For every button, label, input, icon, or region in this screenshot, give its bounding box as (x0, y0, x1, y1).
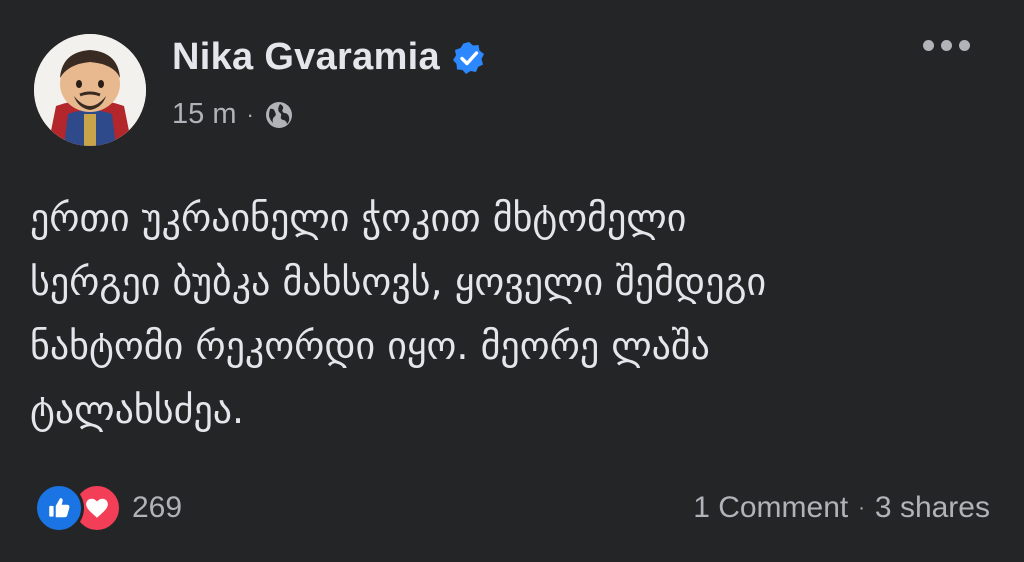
more-dot (923, 40, 934, 51)
shares-link[interactable]: 3 shares (875, 491, 990, 525)
avatar[interactable] (34, 34, 146, 146)
like-reaction-icon (34, 483, 84, 533)
stats-separator: · (858, 496, 865, 519)
reaction-count: 269 (132, 491, 183, 524)
verified-badge-icon (452, 41, 486, 75)
post-time[interactable]: 15 m (172, 98, 236, 131)
more-options-icon[interactable] (923, 40, 970, 51)
author-name[interactable]: Nika Gvaramia (172, 36, 440, 79)
author-header: Nika Gvaramia (172, 36, 486, 79)
reactions-summary[interactable]: 269 (34, 483, 182, 533)
post-meta: 15 m · (172, 98, 294, 131)
engagement-stats: 1 Comment · 3 shares (693, 491, 990, 525)
post-footer: 269 1 Comment · 3 shares (34, 483, 990, 533)
comments-link[interactable]: 1 Comment (693, 491, 848, 525)
more-dot (941, 40, 952, 51)
avatar-image (34, 34, 146, 146)
meta-separator: · (246, 101, 254, 127)
more-dot (959, 40, 970, 51)
globe-icon[interactable] (264, 100, 294, 130)
facebook-post: Nika Gvaramia 15 m · ერთი უკრაინელი ჭოკი… (0, 0, 1024, 562)
post-text: ერთი უკრაინელი ჭოკით მხტომელი სერგეი ბუბ… (30, 196, 767, 432)
